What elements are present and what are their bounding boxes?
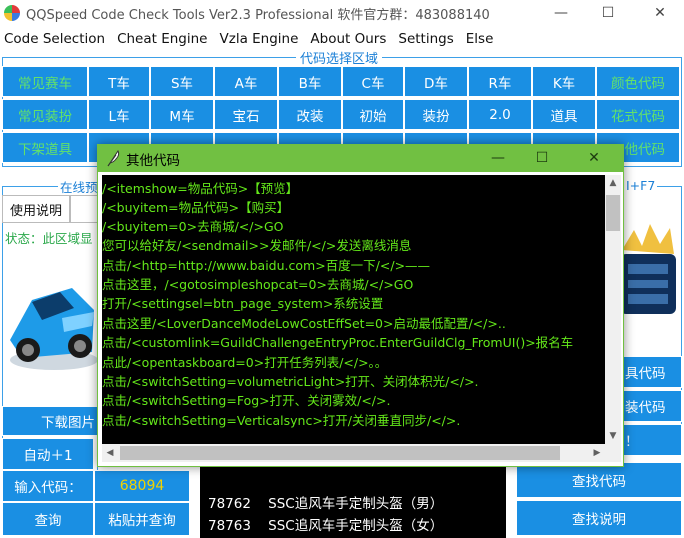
list-item-name: SSC追风车手定制头盔（女） <box>268 518 444 534</box>
menu-settings[interactable]: Settings <box>394 28 461 50</box>
code-line: 点此/<opentaskboard=0>打开任务列表/</>。。 <box>102 355 388 370</box>
category-outfit[interactable]: 装扮 <box>404 99 468 130</box>
code-line: 点击/<customlink=GuildChallengeEntryProc.E… <box>102 335 574 350</box>
category-m-car[interactable]: M车 <box>150 99 214 130</box>
dialog-maximize-button[interactable]: ☐ <box>522 147 562 169</box>
category-common-cars[interactable]: 常见赛车 <box>2 66 88 97</box>
scroll-left-arrow-icon[interactable]: ◀ <box>102 444 118 462</box>
find-code-button[interactable]: 查找代码 <box>516 462 682 498</box>
window-title: QQSpeed Code Check Tools Ver2.3 Professi… <box>26 8 490 23</box>
category-t-car[interactable]: T车 <box>88 66 150 97</box>
scrollbar-corner <box>605 444 621 462</box>
list-item[interactable]: 78762 SSC追风车手定制头盔（男） <box>208 492 443 512</box>
app-logo-icon <box>4 5 20 21</box>
code-line: 点击/<switchSetting=volumetricLight>打开、关闭体… <box>102 374 479 389</box>
category-modification[interactable]: 改装 <box>278 99 342 130</box>
category-color-code[interactable]: 颜色代码 <box>596 66 680 97</box>
list-item[interactable]: 78763 SSC追风车手定制头盔（女） <box>208 514 443 534</box>
outfit-code-button[interactable]: 装代码 <box>622 390 682 422</box>
horizontal-scroll-thumb[interactable] <box>120 446 560 460</box>
category-l-car[interactable]: L车 <box>88 99 150 130</box>
code-line: 打开/<settingsel=btn_page_system>系统设置 <box>102 296 384 311</box>
hotkey-hint: I+F7 <box>624 178 658 193</box>
category-removed-items[interactable]: 下架道具 <box>2 132 88 163</box>
category-d-car[interactable]: D车 <box>404 66 468 97</box>
category-2-0[interactable]: 2.0 <box>468 99 532 130</box>
category-initial[interactable]: 初始 <box>342 99 404 130</box>
input-code-label: 输入代码： <box>2 470 94 502</box>
vertical-scrollbar[interactable]: ▲ ▼ <box>605 175 621 444</box>
code-line: /<itemshow=物品代码>【预览】 <box>102 181 299 196</box>
list-item-code: 78763 <box>208 518 251 534</box>
title-bar: QQSpeed Code Check Tools Ver2.3 Professi… <box>0 0 684 28</box>
category-a-car[interactable]: A车 <box>214 66 278 97</box>
dialog-minimize-button[interactable]: — <box>478 147 518 169</box>
menu-cheat-engine[interactable]: Cheat Engine <box>113 28 215 50</box>
category-c-car[interactable]: C车 <box>342 66 404 97</box>
code-line: /<buyitem=物品代码>【购买】 <box>102 200 290 215</box>
minimize-button[interactable]: — <box>541 2 581 24</box>
dialog-title: 其他代码 <box>126 153 180 169</box>
list-item-name: SSC追风车手定制头盔（男） <box>268 496 444 512</box>
auto-increment-button[interactable]: 自动＋1 <box>2 438 94 470</box>
find-help-button[interactable]: 查找说明 <box>516 500 682 536</box>
paste-and-query-button[interactable]: 粘贴并查询 <box>94 502 190 536</box>
misc-button[interactable]: ！ <box>622 424 682 456</box>
category-gems[interactable]: 宝石 <box>214 99 278 130</box>
list-item-code: 78762 <box>208 496 251 512</box>
item-code-button[interactable]: 具代码 <box>622 356 682 388</box>
other-code-dialog: 其他代码 — ☐ ✕ /<itemshow=物品代码>【预览】 /<buyite… <box>97 144 624 467</box>
category-k-car[interactable]: K车 <box>532 66 596 97</box>
code-line: 点击这里/<LoverDanceModeLowCostEffSet=0>启动最低… <box>102 316 506 331</box>
category-common-outfits[interactable]: 常见装扮 <box>2 99 88 130</box>
feather-icon <box>107 150 120 167</box>
preview-legend: 在线预 <box>58 177 100 196</box>
code-line: 您可以给好友/<sendmail>>发邮件/</>发送离线消息 <box>102 238 412 253</box>
code-line: 点击这里，/<gotosimpleshopcat=0>去商城/</>GO <box>102 277 414 292</box>
dialog-title-bar[interactable]: 其他代码 — ☐ ✕ <box>98 145 623 172</box>
menu-code-selection[interactable]: Code Selection <box>0 28 113 50</box>
maximize-button[interactable]: ☐ <box>588 2 628 24</box>
scroll-right-arrow-icon[interactable]: ▶ <box>589 444 605 462</box>
close-button[interactable]: ✕ <box>640 2 680 24</box>
code-selection-legend: 代码选择区域 <box>296 48 383 67</box>
category-b-car[interactable]: B车 <box>278 66 342 97</box>
scroll-up-arrow-icon[interactable]: ▲ <box>605 175 621 191</box>
horizontal-scrollbar[interactable]: ◀ ▶ <box>102 444 605 462</box>
category-s-car[interactable]: S车 <box>150 66 214 97</box>
dialog-close-button[interactable]: ✕ <box>574 147 614 169</box>
code-line: 点击/<switchSetting=Verticalsync>打开/关闭垂直同步… <box>102 413 461 428</box>
code-text-area[interactable]: /<itemshow=物品代码>【预览】 /<buyitem=物品代码>【购买】… <box>102 175 605 444</box>
menu-bar: Code Selection Cheat Engine Vzla Engine … <box>0 28 684 50</box>
code-input[interactable]: 68094 <box>94 470 190 502</box>
query-button[interactable]: 查询 <box>2 502 94 536</box>
usage-help-button[interactable]: 使用说明 <box>2 195 70 223</box>
code-line: 点击/<switchSetting=Fog>打开、关闭雾效/</>. <box>102 393 391 408</box>
code-line: 点击/<http=http://www.baidu.com>百度一下/</>—— <box>102 258 431 273</box>
vertical-scroll-thumb[interactable] <box>606 195 620 231</box>
usage-side-button[interactable] <box>70 195 98 223</box>
menu-vzla-engine[interactable]: Vzla Engine <box>216 28 307 50</box>
scroll-down-arrow-icon[interactable]: ▼ <box>605 428 621 444</box>
category-fancy-code[interactable]: 花式代码 <box>596 99 680 130</box>
menu-about-ours[interactable]: About Ours <box>306 28 394 50</box>
download-image-button[interactable]: 下载图片 <box>2 406 98 436</box>
category-items[interactable]: 道具 <box>532 99 596 130</box>
code-line: /<buyitem=0>去商城/</>GO <box>102 219 284 234</box>
car-preview-image <box>10 288 98 370</box>
category-r-car[interactable]: R车 <box>468 66 532 97</box>
menu-else[interactable]: Else <box>462 28 502 50</box>
